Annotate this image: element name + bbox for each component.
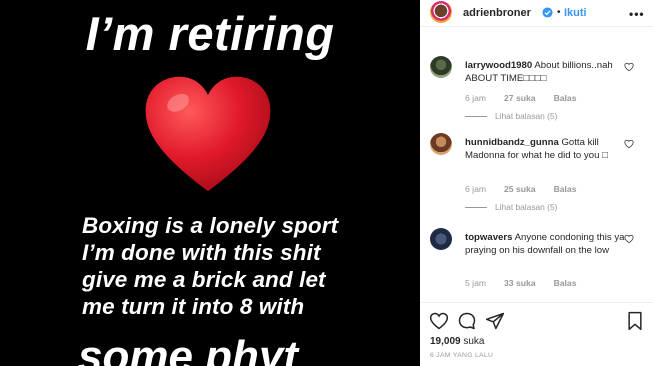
comment-likes[interactable]: 33 suka — [504, 278, 536, 288]
story-title: I’m retiring — [85, 7, 335, 60]
heart-icon[interactable] — [624, 139, 634, 149]
reply-button[interactable]: Balas — [554, 93, 577, 103]
story-image: I’m retiring Boxing is a lonely sport I’… — [0, 0, 420, 366]
comment-text: topwavers Anyone condoning this ya prayi… — [465, 231, 625, 257]
comment-time: 5 jam — [465, 278, 487, 288]
comment-likes[interactable]: 27 suka — [504, 93, 536, 103]
comment-username[interactable]: hunnidbandz_gunna — [465, 137, 559, 148]
post-panel: adrienbroner • Ikuti ••• larrywood1980 A… — [420, 0, 653, 366]
avatar[interactable] — [430, 133, 452, 155]
comment-meta: 5 jam 33 suka Balas — [465, 278, 595, 288]
likes-number: 19,009 — [430, 336, 461, 347]
comment-text: larrywood1980 About billions..nah ABOUT … — [465, 59, 625, 85]
comment-icon[interactable] — [457, 311, 477, 331]
comment-time: 6 jam — [465, 184, 487, 194]
comment-likes[interactable]: 25 suka — [504, 184, 536, 194]
reply-button[interactable]: Balas — [554, 278, 577, 288]
comment-text: hunnidbandz_gunna Gotta kill Madonna for… — [465, 136, 625, 162]
divider — [465, 116, 487, 118]
comment-meta: 6 jam 25 suka Balas — [465, 184, 595, 194]
avatar[interactable] — [430, 1, 452, 23]
heart-icon[interactable] — [429, 311, 449, 331]
comment-username[interactable]: topwavers — [465, 232, 512, 243]
story-bottom-text: some phyt — [78, 332, 299, 366]
verified-icon — [542, 7, 553, 18]
separator-dot: • — [557, 7, 561, 18]
comment-username[interactable]: larrywood1980 — [465, 60, 532, 71]
reply-button[interactable]: Balas — [554, 184, 577, 194]
divider — [465, 207, 487, 209]
view-replies-label: Lihat balasan (5) — [495, 111, 558, 121]
header-username[interactable]: adrienbroner — [463, 7, 531, 19]
view-replies-link[interactable]: Lihat balasan (5) — [465, 111, 557, 121]
likes-count[interactable]: 19,009 suka — [430, 336, 485, 347]
story-body-text: Boxing is a lonely sport I’m done with t… — [82, 213, 339, 319]
heart-icon[interactable] — [624, 62, 634, 72]
follow-button[interactable]: Ikuti — [564, 7, 587, 19]
view-replies-label: Lihat balasan (5) — [495, 202, 558, 212]
comment-time: 6 jam — [465, 93, 487, 103]
red-heart-emoji — [145, 76, 271, 192]
avatar[interactable] — [430, 56, 452, 78]
action-bar — [420, 302, 653, 333]
share-icon[interactable] — [485, 311, 505, 331]
view-replies-link[interactable]: Lihat balasan (5) — [465, 202, 557, 212]
avatar[interactable] — [430, 228, 452, 250]
post-timestamp: 6 JAM YANG LALU — [430, 352, 494, 359]
post-header: adrienbroner • Ikuti ••• — [420, 0, 653, 27]
comment-meta: 6 jam 27 suka Balas — [465, 93, 595, 103]
heart-icon[interactable] — [624, 234, 634, 244]
bookmark-icon[interactable] — [625, 311, 645, 331]
more-options-icon[interactable]: ••• — [629, 7, 645, 21]
likes-label: suka — [460, 336, 485, 347]
